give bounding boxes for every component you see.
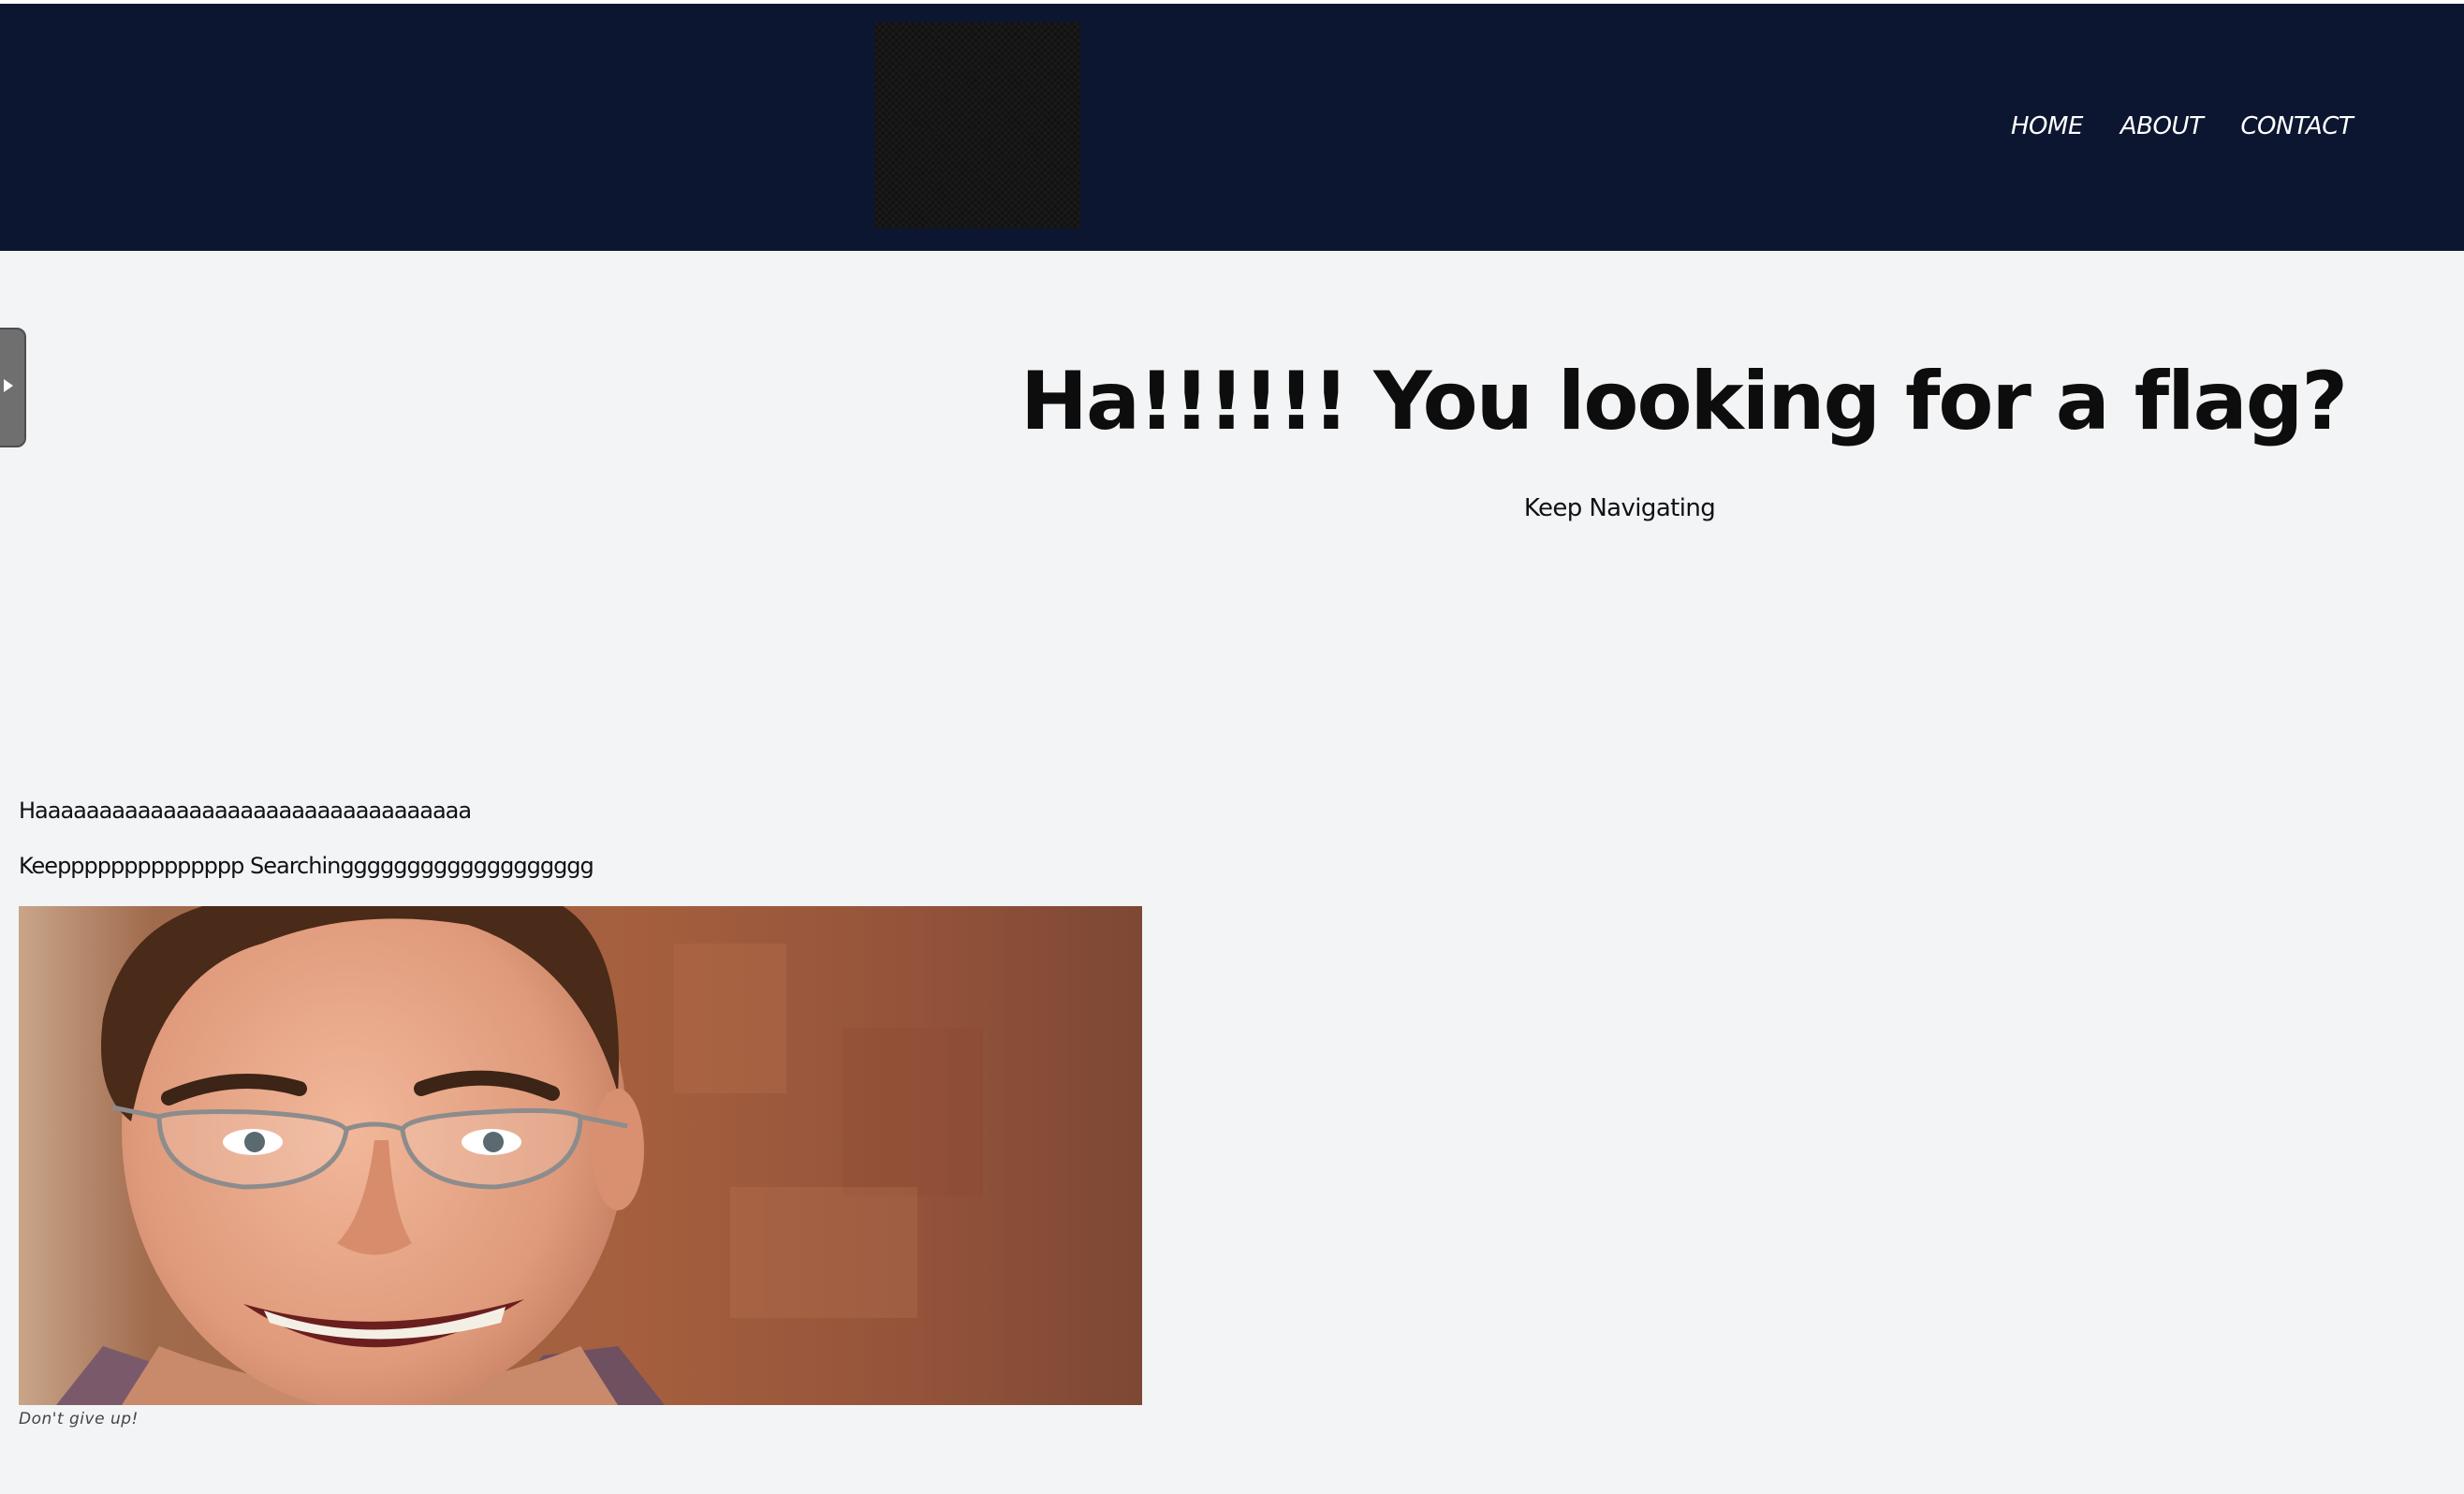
nav-about-link[interactable]: ABOUT bbox=[2120, 112, 2204, 140]
site-header: HOME ABOUT CONTACT bbox=[0, 4, 2464, 251]
site-logo[interactable] bbox=[874, 22, 1080, 228]
photo-figure bbox=[19, 906, 1142, 1405]
photo-caption: Don't give up! bbox=[19, 1410, 139, 1428]
main-nav: HOME ABOUT CONTACT bbox=[2011, 112, 2354, 140]
play-arrow-icon bbox=[4, 379, 13, 392]
hero-subtitle: Keep Navigating bbox=[1523, 494, 1716, 522]
man-portrait-image bbox=[19, 906, 1142, 1405]
nav-home-link[interactable]: HOME bbox=[2011, 112, 2083, 140]
hero-title: Ha!!!!!! You looking for a flag? bbox=[1020, 355, 2348, 448]
content-paragraph-1: Haaaaaaaaaaaaaaaaaaaaaaaaaaaaaaaaaa bbox=[19, 798, 472, 824]
sidebar-toggle-button[interactable] bbox=[0, 328, 26, 447]
content-paragraph-2: Keepppppppppppppp Searchingggggggggggggg… bbox=[19, 853, 594, 879]
nav-contact-link[interactable]: CONTACT bbox=[2240, 112, 2353, 140]
